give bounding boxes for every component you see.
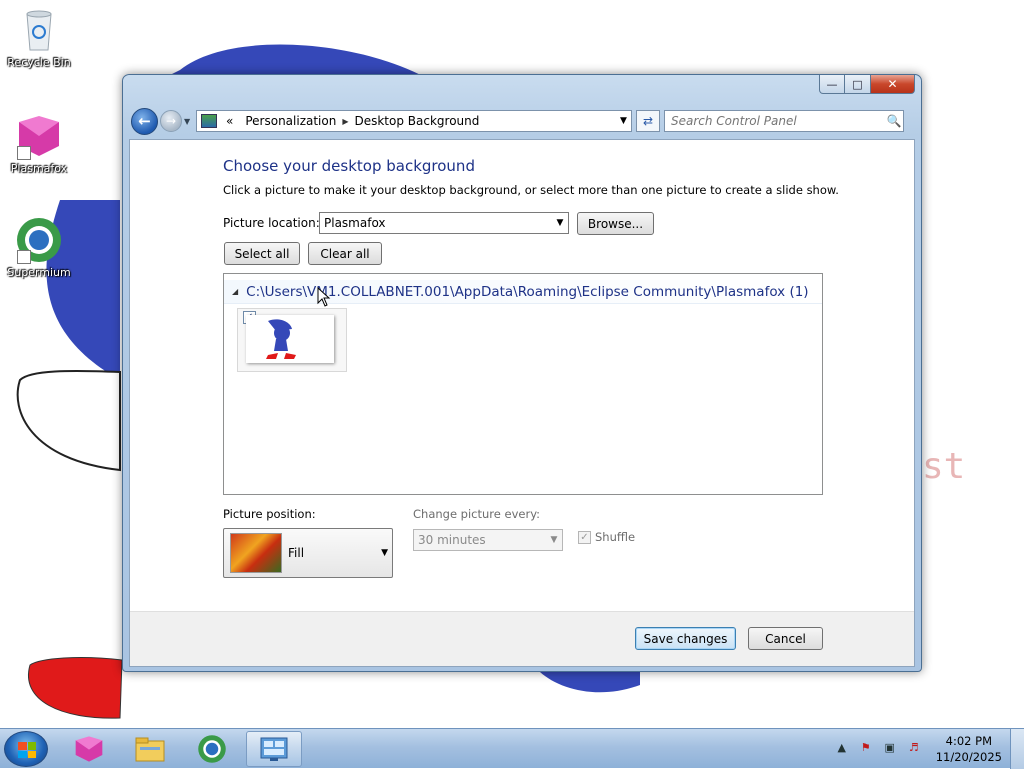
taskbar-plasmafox[interactable]	[61, 731, 117, 767]
minimize-button[interactable]: —	[819, 75, 845, 94]
chevron-down-icon: ▼	[550, 535, 558, 545]
refresh-icon: ⇄	[642, 114, 654, 128]
taskbar-clock[interactable]: 4:02 PM 11/20/2025	[936, 733, 1002, 765]
supermium-icon	[198, 735, 226, 763]
desktop-icon-plasmafox[interactable]: Plasmafox	[1, 112, 77, 175]
page-subtitle: Click a picture to make it your desktop …	[223, 183, 839, 197]
maximize-button[interactable]: □	[845, 75, 871, 94]
picture-position-dropdown[interactable]: Fill ▼	[223, 528, 393, 578]
collapse-triangle-icon[interactable]: ◢	[232, 287, 238, 296]
control-panel-icon	[260, 737, 288, 761]
recent-pages-button[interactable]: ▼	[184, 117, 194, 126]
folder-icon	[135, 737, 165, 762]
shuffle-checkbox[interactable]: ✓	[578, 530, 591, 544]
content-pane: Choose your desktop background Click a p…	[129, 139, 915, 667]
change-picture-dropdown[interactable]: 30 minutes ▼	[413, 529, 563, 551]
address-bar[interactable]: « Personalization ▶ Desktop Background ▼	[196, 110, 632, 132]
navigation-bar: ← → ▼ « Personalization ▶ Desktop Backgr…	[131, 107, 913, 135]
shuffle-option[interactable]: ✓ Shuffle	[578, 530, 635, 544]
taskbar: ▲ ⚑ ▣ ♬ 4:02 PM 11/20/2025	[0, 728, 1024, 769]
close-button[interactable]: ✕	[871, 75, 915, 94]
show-desktop-button[interactable]	[1010, 729, 1024, 769]
change-picture-label: Change picture every:	[413, 507, 541, 521]
desktop-icon-label: Recycle Bin	[7, 56, 71, 69]
picture-location-label: Picture location:	[223, 216, 320, 230]
picture-thumbnail[interactable]: ✓	[237, 308, 347, 372]
picture-position-value: Fill	[288, 546, 305, 560]
dialog-button-bar: Save changes Cancel	[130, 611, 914, 666]
browse-button[interactable]: Browse...	[577, 212, 654, 235]
forward-button[interactable]: →	[160, 110, 182, 132]
address-dropdown-icon[interactable]: ▼	[615, 116, 631, 126]
minimize-icon: —	[826, 77, 838, 91]
search-icon[interactable]: 🔍	[885, 114, 903, 128]
wallpaper-text: st	[922, 446, 965, 487]
desktop-icon-label: Supermium	[7, 266, 71, 279]
select-all-button[interactable]: Select all	[224, 242, 300, 265]
refresh-button[interactable]: ⇄	[636, 110, 660, 132]
network-icon[interactable]: ▣	[881, 741, 899, 757]
shuffle-label: Shuffle	[595, 530, 636, 544]
windows-logo-icon	[18, 742, 36, 758]
breadcrumb-desktop-background[interactable]: Desktop Background	[348, 114, 485, 128]
window-caption-buttons: — □ ✕	[819, 75, 915, 94]
clear-all-button[interactable]: Clear all	[308, 242, 382, 265]
picture-position-label: Picture position:	[223, 507, 316, 521]
picture-location-value: Plasmafox	[324, 216, 386, 230]
flower-preview-icon	[230, 533, 282, 573]
taskbar-supermium[interactable]	[184, 731, 240, 767]
plasmafox-icon	[15, 112, 63, 160]
desktop-icon-supermium[interactable]: Supermium	[1, 216, 77, 279]
desktop-icon-recycle-bin[interactable]: Recycle Bin	[1, 6, 77, 69]
close-icon: ✕	[887, 77, 898, 91]
supermium-icon	[15, 216, 63, 264]
plasmafox-icon	[75, 736, 103, 762]
breadcrumb-overflow[interactable]: «	[220, 114, 239, 128]
taskbar-explorer[interactable]	[122, 731, 178, 767]
chevron-down-icon: ▼	[556, 218, 564, 228]
clock-time: 4:02 PM	[945, 734, 993, 748]
desktop-background-window: — □ ✕ ← → ▼ « Personalization ▶ Desktop …	[122, 74, 922, 672]
search-input[interactable]	[665, 113, 885, 129]
picture-location-dropdown[interactable]: Plasmafox ▼	[319, 212, 569, 234]
recycle-bin-icon	[15, 6, 63, 54]
wallpaper-preview-image	[246, 315, 334, 363]
start-button[interactable]	[4, 731, 48, 767]
page-title: Choose your desktop background	[223, 157, 475, 175]
arrow-left-icon: ←	[138, 112, 151, 130]
breadcrumb-personalization[interactable]: Personalization	[239, 114, 342, 128]
taskbar-control-panel[interactable]	[246, 731, 302, 767]
mouse-cursor-icon	[317, 287, 331, 307]
show-hidden-icons-icon[interactable]: ▲	[833, 741, 851, 757]
search-box: 🔍	[664, 110, 904, 132]
volume-muted-icon[interactable]: ♬	[905, 741, 923, 757]
save-changes-button[interactable]: Save changes	[635, 627, 736, 650]
picture-group-header[interactable]: ◢ C:\Users\VM1.COLLABNET.001\AppData\Roa…	[224, 280, 822, 304]
maximize-icon: □	[852, 77, 863, 91]
cancel-button[interactable]: Cancel	[748, 627, 823, 650]
system-tray: ▲ ⚑ ▣ ♬ 4:02 PM 11/20/2025	[830, 729, 1024, 769]
chevron-down-icon: ▼	[184, 116, 191, 126]
action-center-flag-icon[interactable]: ⚑	[857, 741, 875, 757]
control-panel-icon	[201, 114, 217, 128]
picture-list: ◢ C:\Users\VM1.COLLABNET.001\AppData\Roa…	[223, 273, 823, 495]
arrow-right-icon: →	[165, 114, 177, 128]
change-picture-value: 30 minutes	[418, 533, 486, 547]
desktop-icon-label: Plasmafox	[10, 162, 68, 175]
back-button[interactable]: ←	[131, 107, 158, 135]
clock-date: 11/20/2025	[935, 750, 1002, 764]
chevron-down-icon: ▼	[381, 548, 388, 558]
